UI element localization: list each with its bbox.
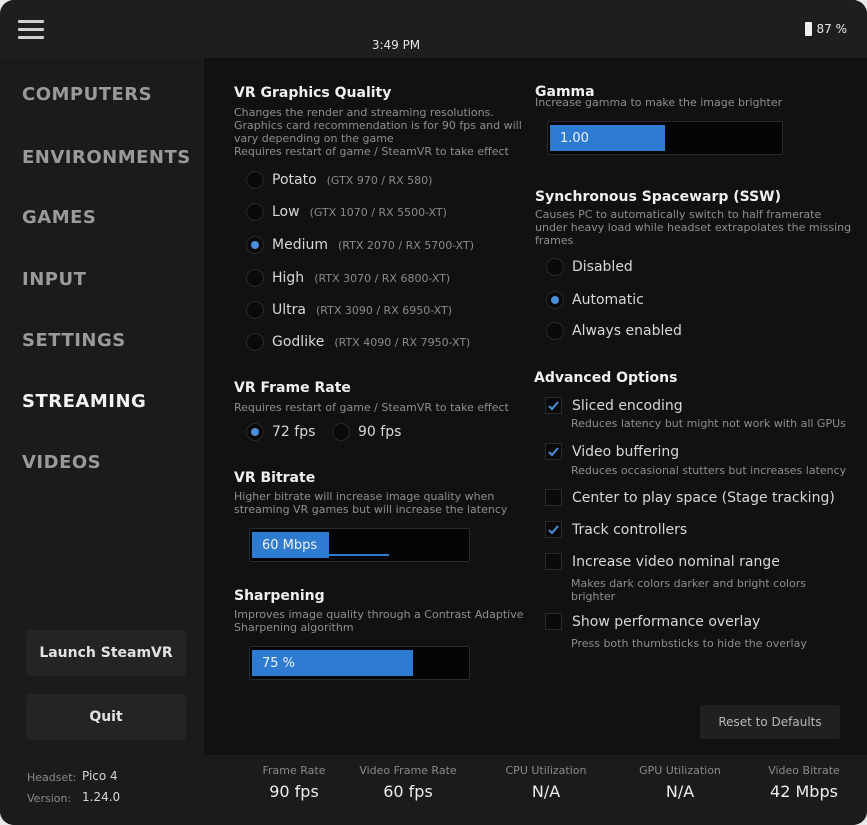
hamburger-menu-icon[interactable] [18, 20, 44, 42]
ssw-description: Causes PC to automatically switch to hal… [535, 208, 852, 247]
sharpening-slider[interactable]: 75 % [249, 646, 470, 680]
gamma-value: 1.00 [560, 131, 589, 146]
reset-to-defaults-button[interactable]: Reset to Defaults [700, 705, 840, 739]
radio-button[interactable] [246, 171, 264, 189]
battery-level: 87 % [816, 22, 848, 36]
graphics-option-low[interactable]: Low (GTX 1070 / RX 5500-XT) [246, 202, 447, 222]
radio-button[interactable] [246, 203, 264, 221]
graphics-option-high[interactable]: High (RTX 3070 / RX 6800-XT) [246, 268, 450, 288]
bitrate-slider[interactable]: 60 Mbps [249, 528, 470, 562]
status-footer: Headset: Pico 4 Version: 1.24.0 Frame Ra… [0, 755, 867, 825]
option-track-controllers[interactable]: Track controllers [545, 521, 687, 538]
gamma-slider[interactable]: 1.00 [547, 121, 783, 155]
option-sliced-encoding[interactable]: Sliced encoding [545, 397, 683, 414]
bitrate-title: VR Bitrate [234, 470, 316, 486]
stat-cpu-utilization: CPU Utilization N/A [505, 764, 587, 801]
checkbox[interactable] [545, 397, 562, 414]
sidebar-item-games[interactable]: GAMES [22, 207, 96, 228]
checkbox[interactable] [545, 553, 562, 570]
app-window: 3:49 PM 87 % COMPUTERS ENVIRONMENTS GAME… [0, 0, 867, 825]
graphics-option-medium[interactable]: Medium (RTX 2070 / RX 5700-XT) [246, 235, 474, 255]
sidebar-item-input[interactable]: INPUT [22, 269, 86, 290]
checkmark-icon [548, 447, 559, 457]
option-show-performance-overlay[interactable]: Show performance overlay [545, 613, 760, 630]
radio-button[interactable] [246, 236, 264, 254]
ssw-title: Synchronous Spacewarp (SSW) [535, 189, 782, 205]
radio-button[interactable] [246, 269, 264, 287]
nominal-range-description: Makes dark colors darker and bright colo… [571, 577, 806, 603]
sidebar-item-environments[interactable]: ENVIRONMENTS [22, 147, 191, 168]
graphics-option-ultra[interactable]: Ultra (RTX 3090 / RX 6950-XT) [246, 300, 452, 320]
sharpening-title: Sharpening [234, 588, 325, 604]
battery-status: 87 % [804, 22, 848, 36]
radio-button[interactable] [546, 258, 564, 276]
version-value: 1.24.0 [82, 790, 121, 804]
sidebar-item-videos[interactable]: VIDEOS [22, 452, 101, 473]
video-buffering-description: Reduces occasional stutters but increase… [571, 464, 847, 477]
graphics-quality-description: Changes the render and streaming resolut… [234, 106, 522, 158]
sidebar-item-computers[interactable]: COMPUTERS [22, 84, 152, 105]
frame-rate-description: Requires restart of game / SteamVR to ta… [234, 401, 509, 414]
sharpening-value: 75 % [262, 656, 296, 671]
stat-video-bitrate: Video Bitrate 42 Mbps [768, 764, 840, 801]
advanced-options-title: Advanced Options [534, 370, 678, 386]
option-increase-video-nominal-range[interactable]: Increase video nominal range [545, 553, 780, 570]
streaming-settings-panel: VR Graphics Quality Changes the render a… [204, 58, 867, 755]
radio-button[interactable] [546, 322, 564, 340]
headset-label: Headset: [27, 771, 77, 784]
option-center-to-play-space[interactable]: Center to play space (Stage tracking) [545, 489, 835, 506]
quit-button[interactable]: Quit [26, 694, 186, 740]
ssw-option-automatic[interactable]: Automatic [546, 290, 644, 310]
checkbox[interactable] [545, 613, 562, 630]
sliced-encoding-description: Reduces latency but might not work with … [571, 417, 846, 430]
radio-button[interactable] [246, 333, 264, 351]
bitrate-value: 60 Mbps [262, 538, 318, 553]
sidebar: COMPUTERS ENVIRONMENTS GAMES INPUT SETTI… [0, 58, 204, 755]
launch-steamvr-button[interactable]: Launch SteamVR [26, 630, 186, 676]
radio-button[interactable] [246, 301, 264, 319]
sharpening-description: Improves image quality through a Contras… [234, 608, 524, 634]
graphics-option-godlike[interactable]: Godlike (RTX 4090 / RX 7950-XT) [246, 332, 470, 352]
checkmark-icon [548, 525, 559, 535]
battery-icon [804, 22, 812, 36]
checkmark-icon [548, 401, 559, 411]
stat-frame-rate: Frame Rate 90 fps [262, 764, 326, 801]
top-bar: 3:49 PM 87 % [0, 0, 867, 58]
ssw-option-always-enabled[interactable]: Always enabled [546, 321, 682, 341]
sidebar-item-settings[interactable]: SETTINGS [22, 330, 126, 351]
gamma-description: Increase gamma to make the image brighte… [535, 96, 783, 109]
checkbox[interactable] [545, 521, 562, 538]
graphics-option-potato[interactable]: Potato (GTX 970 / RX 580) [246, 170, 432, 190]
bitrate-slider-track-line [329, 554, 389, 556]
performance-overlay-description: Press both thumbsticks to hide the overl… [571, 637, 807, 650]
ssw-option-disabled[interactable]: Disabled [546, 257, 633, 277]
frame-rate-option-72[interactable]: 72 fps [246, 422, 315, 442]
headset-value: Pico 4 [82, 769, 118, 783]
option-video-buffering[interactable]: Video buffering [545, 443, 679, 460]
frame-rate-option-90[interactable]: 90 fps [332, 422, 401, 442]
radio-button[interactable] [332, 423, 350, 441]
checkbox[interactable] [545, 443, 562, 460]
sidebar-item-streaming[interactable]: STREAMING [22, 391, 146, 412]
stat-video-frame-rate: Video Frame Rate 60 fps [359, 764, 457, 801]
clock: 3:49 PM [371, 38, 421, 52]
frame-rate-title: VR Frame Rate [234, 380, 351, 396]
bitrate-description: Higher bitrate will increase image quali… [234, 490, 508, 516]
graphics-quality-title: VR Graphics Quality [234, 85, 392, 101]
radio-button[interactable] [246, 423, 264, 441]
radio-button[interactable] [546, 291, 564, 309]
version-label: Version: [27, 792, 72, 805]
stat-gpu-utilization: GPU Utilization N/A [639, 764, 721, 801]
checkbox[interactable] [545, 489, 562, 506]
